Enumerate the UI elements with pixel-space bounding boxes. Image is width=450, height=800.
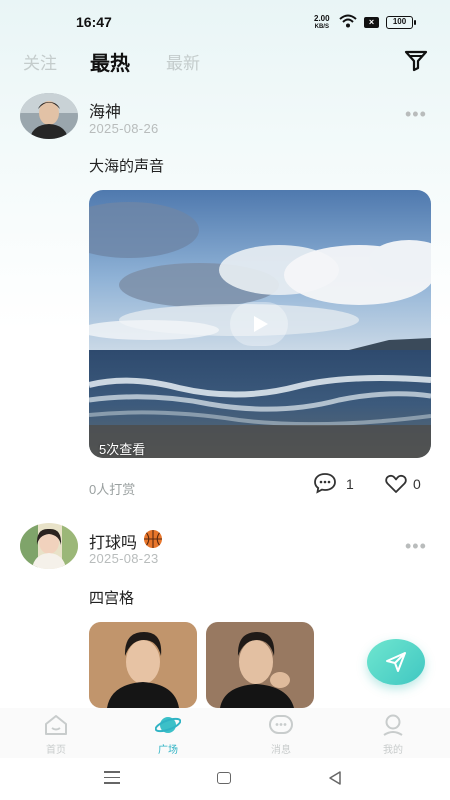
like-icon[interactable] — [385, 474, 407, 493]
nav-square-label: 广场 — [158, 745, 178, 756]
comment-count: 1 — [346, 476, 354, 492]
avatar[interactable] — [20, 523, 78, 569]
view-count: 5次查看 — [99, 442, 146, 457]
profile-icon — [383, 714, 403, 736]
nav-home[interactable]: 首页 — [21, 708, 91, 758]
nav-home-label: 首页 — [46, 745, 66, 756]
reward-count[interactable]: 0人打赏 — [89, 479, 135, 498]
nav-messages[interactable]: 消息 — [246, 708, 316, 758]
like-count: 0 — [413, 476, 421, 492]
system-home-icon[interactable] — [217, 772, 231, 784]
message-icon — [269, 715, 293, 734]
post-date: 2025-08-26 — [89, 121, 159, 136]
post-image[interactable] — [89, 622, 197, 708]
avatar[interactable] — [20, 93, 78, 139]
play-icon[interactable] — [230, 302, 288, 346]
post-username[interactable]: 海神 — [89, 98, 121, 122]
more-options-icon[interactable]: ••• — [405, 104, 427, 125]
post-card: 海神 2025-08-26 ••• 大海的声音 5次查看 0人打赏 1 0 — [0, 0, 450, 500]
nav-square[interactable]: 广场 — [133, 708, 203, 758]
post-text: 大海的声音 — [89, 158, 165, 175]
post-date: 2025-08-23 — [89, 551, 159, 566]
system-navigation-bar — [0, 758, 450, 800]
new-post-button[interactable] — [367, 639, 425, 685]
bottom-navigation: 首页 广场 消息 我的 — [0, 708, 450, 758]
back-icon[interactable] — [327, 770, 343, 786]
basketball-icon — [144, 530, 162, 548]
comment-icon[interactable] — [313, 472, 337, 494]
planet-icon — [155, 717, 181, 733]
post-username[interactable]: 打球吗 — [89, 529, 137, 553]
recent-apps-icon[interactable] — [104, 771, 120, 788]
nav-profile[interactable]: 我的 — [358, 708, 428, 758]
nav-profile-label: 我的 — [383, 745, 403, 756]
post-image[interactable] — [206, 622, 314, 708]
post-text: 四宫格 — [89, 590, 135, 607]
send-icon — [386, 652, 406, 672]
home-icon — [45, 715, 67, 735]
more-options-icon[interactable]: ••• — [405, 536, 427, 557]
nav-messages-label: 消息 — [271, 745, 291, 756]
